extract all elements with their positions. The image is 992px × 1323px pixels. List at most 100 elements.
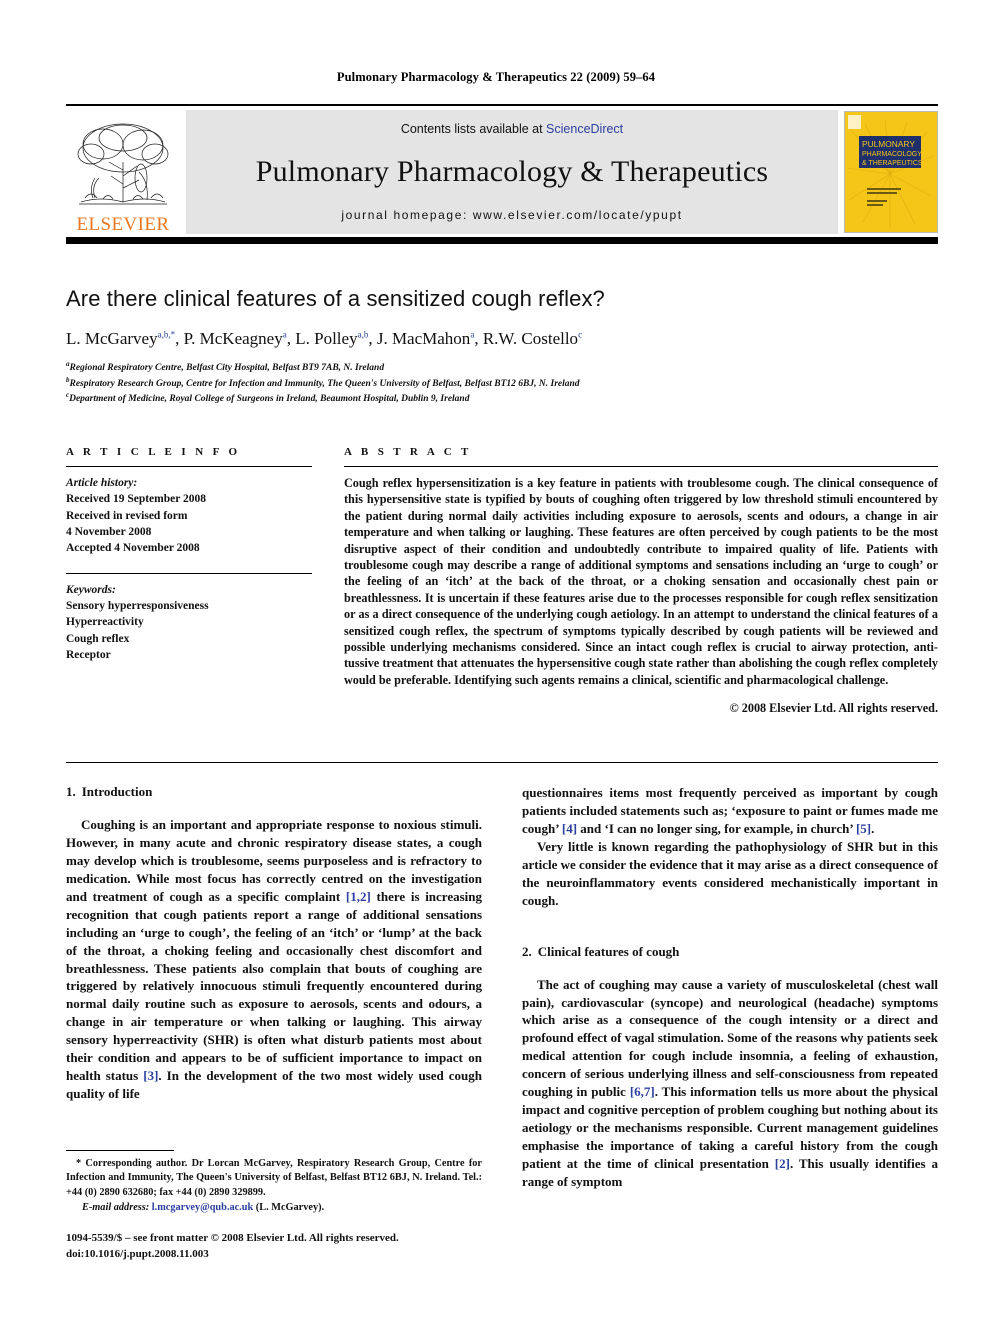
svg-text:PHARMACOLOGY: PHARMACOLOGY bbox=[862, 151, 922, 158]
elsevier-wordmark: ELSEVIER bbox=[76, 214, 170, 235]
author-name: L. Polley bbox=[295, 329, 358, 348]
affiliation-text: Respiratory Research Group, Centre for I… bbox=[69, 378, 580, 389]
affiliation: aRegional Respiratory Centre, Belfast Ci… bbox=[66, 360, 938, 376]
article-history-line: 4 November 2008 bbox=[66, 525, 152, 538]
keyword-item: Receptor bbox=[66, 648, 111, 661]
author-separator: , bbox=[474, 329, 483, 348]
body-columns: 1. Introduction Coughing is an important … bbox=[66, 784, 938, 1191]
keywords-lines: Sensory hyperresponsiveness Hyperreactivi… bbox=[66, 598, 312, 663]
affiliation-text: Regional Respiratory Centre, Belfast Cit… bbox=[69, 363, 385, 374]
affiliation: bRespiratory Research Group, Centre for … bbox=[66, 376, 938, 392]
body-top-rule bbox=[66, 762, 938, 763]
section-title: Introduction bbox=[81, 784, 153, 799]
section-heading-clinical-features: 2. Clinical features of cough bbox=[522, 944, 938, 960]
reference-link[interactable]: [1,2] bbox=[346, 889, 371, 904]
doi-line: doi:10.1016/j.pupt.2008.11.003 bbox=[66, 1247, 209, 1260]
affiliation-text: Department of Medicine, Royal College of… bbox=[69, 394, 470, 405]
author-separator: , bbox=[286, 329, 296, 348]
running-head: Pulmonary Pharmacology & Therapeutics 22… bbox=[336, 70, 656, 84]
masthead-top-rule bbox=[66, 104, 938, 106]
intro-paragraph: Coughing is an important and appropriate… bbox=[66, 816, 482, 1103]
issn-line: 1094-5539/$ – see front matter © 2008 El… bbox=[66, 1232, 399, 1244]
paragraph-text: . bbox=[871, 820, 875, 836]
article-history-lines: Received 19 September 2008 Received in re… bbox=[66, 491, 312, 556]
journal-cover-art: PULMONARY PHARMACOLOGY & THERAPEUTICS bbox=[845, 112, 935, 230]
journal-masthead: ELSEVIER Contents lists available at Sci… bbox=[66, 104, 938, 244]
keywords-group: Keywords: Sensory hyperresponsiveness Hyp… bbox=[66, 582, 312, 664]
paragraph-text: there is increasing recognition that cou… bbox=[66, 888, 483, 1084]
section-number: 1. bbox=[66, 784, 76, 799]
info-abstract-region: A R T I C L E I N F O Article history: R… bbox=[66, 446, 938, 716]
author-affiliation-marker: a,b bbox=[357, 329, 369, 340]
article-header: Are there clinical features of a sensiti… bbox=[66, 286, 938, 407]
paragraph-text: and ‘I can no longer sing, for example, … bbox=[577, 820, 856, 836]
paragraph-text: The act of coughing may cause a variety … bbox=[522, 976, 938, 1100]
email-owner: (L. McGarvey). bbox=[255, 1202, 325, 1214]
reference-link[interactable]: [6,7] bbox=[630, 1084, 655, 1099]
abstract-copyright: © 2008 Elsevier Ltd. All rights reserved… bbox=[729, 701, 938, 716]
clinical-features-paragraph: The act of coughing may cause a variety … bbox=[522, 976, 938, 1191]
email-label: E-mail address: bbox=[82, 1202, 150, 1214]
journal-homepage-link[interactable]: journal homepage: www.elsevier.com/locat… bbox=[341, 208, 682, 222]
issn-doi-block: 1094-5539/$ – see front matter © 2008 El… bbox=[66, 1231, 566, 1263]
article-history-line: Accepted 4 November 2008 bbox=[66, 542, 200, 555]
article-info-column: A R T I C L E I N F O Article history: R… bbox=[66, 446, 312, 716]
affiliation: cDepartment of Medicine, Royal College o… bbox=[66, 391, 938, 407]
keywords-label: Keywords: bbox=[66, 583, 116, 596]
keyword-item: Hyperreactivity bbox=[66, 616, 144, 629]
paper-page: Pulmonary Pharmacology & Therapeutics 22… bbox=[0, 0, 992, 1323]
article-info-rule bbox=[66, 466, 312, 467]
keywords-rule bbox=[66, 572, 312, 574]
masthead-banner: Contents lists available at ScienceDirec… bbox=[186, 110, 838, 234]
footnote-rule bbox=[66, 1150, 174, 1151]
abstract-rule bbox=[344, 466, 938, 467]
reference-link[interactable]: [4] bbox=[562, 821, 577, 836]
keyword-item: Sensory hyperresponsiveness bbox=[66, 599, 209, 612]
abstract-text: Cough reflex hypersensitization is a key… bbox=[344, 476, 938, 687]
intro-continuation-paragraph: questionnaires items most frequently per… bbox=[522, 784, 938, 838]
author-name: R.W. Costello bbox=[482, 329, 579, 348]
section-number: 2. bbox=[522, 943, 532, 959]
reference-link[interactable]: [3] bbox=[143, 1068, 158, 1083]
svg-text:PULMONARY: PULMONARY bbox=[862, 139, 915, 149]
column-gap bbox=[312, 446, 344, 716]
shr-paragraph: Very little is known regarding the patho… bbox=[522, 838, 938, 908]
contents-lists-prefix: Contents lists available at bbox=[400, 122, 547, 136]
author-affiliation-marker: a,b,* bbox=[157, 329, 176, 340]
elsevier-logo: ELSEVIER bbox=[66, 110, 180, 234]
author-list: L. McGarveya,b,*, P. McKeagneya, L. Poll… bbox=[66, 329, 938, 349]
body-right-column: questionnaires items most frequently per… bbox=[522, 784, 938, 1191]
contents-lists-line: Contents lists available at ScienceDirec… bbox=[401, 122, 623, 136]
section-heading-introduction: 1. Introduction bbox=[66, 784, 482, 800]
affiliation-list: aRegional Respiratory Centre, Belfast Ci… bbox=[66, 360, 938, 407]
elsevier-tree-icon bbox=[77, 123, 169, 205]
author-name: J. MacMahon bbox=[376, 329, 471, 348]
svg-text:& THERAPEUTICS: & THERAPEUTICS bbox=[862, 160, 923, 167]
body-left-column: 1. Introduction Coughing is an important … bbox=[66, 784, 482, 1191]
section-title: Clinical features of cough bbox=[537, 943, 680, 959]
corresponding-author-note: * Corresponding author. Dr Lorcan McGarv… bbox=[66, 1158, 482, 1198]
email-link[interactable]: l.mcgarvey@qub.ac.uk bbox=[152, 1202, 253, 1213]
masthead-body: ELSEVIER Contents lists available at Sci… bbox=[66, 110, 938, 234]
abstract-column: A B S T R A C T Cough reflex hypersensit… bbox=[344, 446, 938, 716]
author-separator: , bbox=[175, 329, 184, 348]
author-separator: , bbox=[368, 329, 377, 348]
page-title: Are there clinical features of a sensiti… bbox=[66, 286, 605, 311]
journal-cover-thumbnail: PULMONARY PHARMACOLOGY & THERAPEUTICS bbox=[844, 111, 938, 233]
email-note: E-mail address: l.mcgarvey@qub.ac.uk (L.… bbox=[66, 1201, 482, 1215]
sciencedirect-link[interactable]: ScienceDirect bbox=[546, 122, 623, 136]
masthead-bottom-rule bbox=[66, 237, 938, 244]
author-name: P. McKeagney bbox=[183, 329, 283, 348]
author-name: L. McGarvey bbox=[66, 329, 158, 348]
keyword-item: Cough reflex bbox=[66, 632, 130, 645]
footnote-block: * Corresponding author. Dr Lorcan McGarv… bbox=[66, 1150, 482, 1216]
article-info-heading: A R T I C L E I N F O bbox=[66, 446, 241, 458]
body-column-gap bbox=[482, 784, 522, 1191]
journal-title: Pulmonary Pharmacology & Therapeutics bbox=[255, 155, 769, 188]
article-history: Article history: Received 19 September 2… bbox=[66, 475, 312, 557]
reference-link[interactable]: [2] bbox=[775, 1156, 790, 1171]
reference-link[interactable]: [5] bbox=[856, 821, 871, 836]
article-history-line: Received in revised form bbox=[66, 509, 188, 522]
article-history-line: Received 19 September 2008 bbox=[66, 493, 206, 506]
